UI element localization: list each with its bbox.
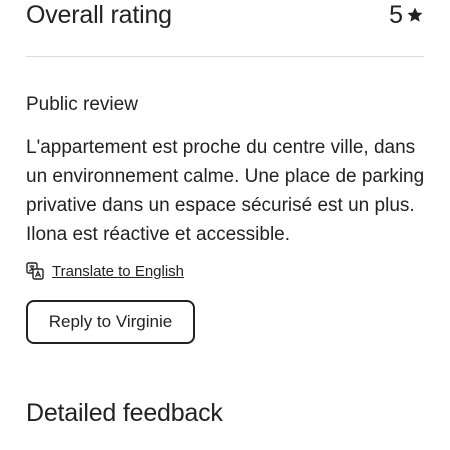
translate-icon	[26, 262, 44, 280]
overall-rating-value: 5	[389, 1, 424, 30]
review-detail-page: Overall rating 5 Public review L'apparte…	[0, 0, 450, 450]
star-icon	[406, 6, 424, 24]
public-review-text: L'appartement est proche du centre ville…	[26, 137, 425, 245]
translate-link[interactable]: Translate to English	[52, 263, 184, 280]
overall-rating-row: Overall rating 5	[26, 0, 424, 30]
translate-row[interactable]: Translate to English	[26, 262, 184, 280]
reply-button[interactable]: Reply to Virginie	[26, 300, 195, 344]
overall-rating-number: 5	[389, 0, 403, 29]
detailed-feedback-heading: Detailed feedback	[26, 399, 223, 427]
section-divider	[26, 56, 424, 57]
overall-rating-title: Overall rating	[26, 0, 172, 29]
public-review-label: Public review	[26, 94, 138, 115]
